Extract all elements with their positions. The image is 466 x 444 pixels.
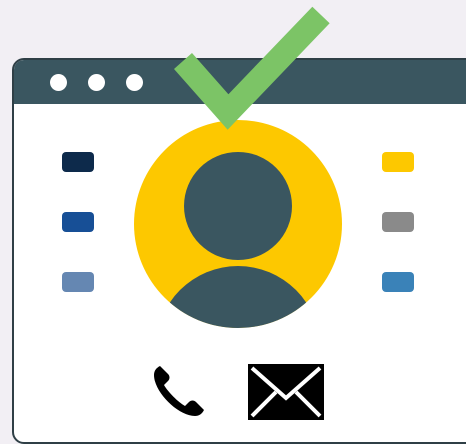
color-swatch-left (62, 212, 94, 232)
window-titlebar (14, 60, 466, 104)
color-swatch-right (382, 212, 414, 232)
avatar-head (184, 152, 292, 260)
window-control-dot[interactable] (126, 74, 143, 91)
color-swatch-left (62, 152, 94, 172)
avatar-shoulders (156, 266, 320, 328)
user-avatar-icon (134, 120, 342, 328)
window-control-dot[interactable] (88, 74, 105, 91)
contact-illustration (0, 0, 466, 444)
color-swatch-right (382, 152, 414, 172)
color-swatch-left (62, 272, 94, 292)
phone-icon[interactable] (148, 362, 208, 422)
envelope-icon[interactable] (246, 362, 326, 422)
color-swatch-right (382, 272, 414, 292)
window-control-dot[interactable] (50, 74, 67, 91)
